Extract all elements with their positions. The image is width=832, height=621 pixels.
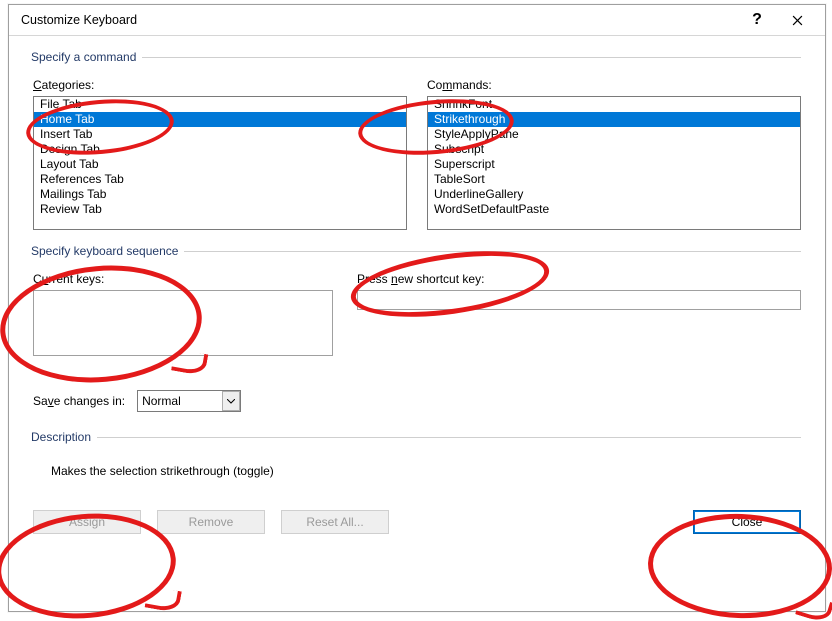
list-item[interactable]: UnderlineGallery	[428, 187, 800, 202]
window-title: Customize Keyboard	[21, 13, 737, 27]
commands-label: Commands:	[427, 78, 801, 92]
specify-command-group: Specify a command Categories: File TabHo…	[33, 50, 801, 230]
list-item[interactable]: Design Tab	[34, 142, 406, 157]
save-changes-in-label: Save changes in:	[33, 394, 125, 408]
press-new-label: Press new shortcut key:	[357, 272, 801, 286]
press-new-shortcut-input[interactable]	[357, 290, 801, 310]
specify-sequence-legend: Specify keyboard sequence	[31, 244, 184, 258]
list-item[interactable]: StyleApplyPane	[428, 127, 800, 142]
close-button[interactable]: Close	[693, 510, 801, 534]
categories-label: Categories:	[33, 78, 407, 92]
list-item[interactable]: TableSort	[428, 172, 800, 187]
list-item[interactable]: Mailings Tab	[34, 187, 406, 202]
current-keys-listbox[interactable]	[33, 290, 333, 356]
description-legend: Description	[31, 430, 97, 444]
description-text: Makes the selection strikethrough (toggl…	[33, 456, 801, 478]
list-item[interactable]: Insert Tab	[34, 127, 406, 142]
specify-sequence-group: Specify keyboard sequence Current keys: …	[33, 244, 801, 412]
reset-all-button[interactable]: Reset All...	[281, 510, 389, 534]
customize-keyboard-dialog: Customize Keyboard Specify a command Cat…	[8, 4, 826, 612]
list-item[interactable]: Home Tab	[34, 112, 406, 127]
list-item[interactable]: File Tab	[34, 97, 406, 112]
commands-listbox[interactable]: ShrinkFontStrikethroughStyleApplyPaneSub…	[427, 96, 801, 230]
help-button[interactable]	[737, 6, 777, 34]
categories-listbox[interactable]: File TabHome TabInsert TabDesign TabLayo…	[33, 96, 407, 230]
list-item[interactable]: ShrinkFont	[428, 97, 800, 112]
remove-button[interactable]: Remove	[157, 510, 265, 534]
list-item[interactable]: Layout Tab	[34, 157, 406, 172]
list-item[interactable]: Superscript	[428, 157, 800, 172]
specify-command-legend: Specify a command	[31, 50, 142, 64]
list-item[interactable]: Strikethrough	[428, 112, 800, 127]
list-item[interactable]: Subscript	[428, 142, 800, 157]
save-changes-in-value: Normal	[142, 394, 222, 408]
chevron-down-icon	[222, 391, 240, 411]
save-changes-in-dropdown[interactable]: Normal	[137, 390, 241, 412]
list-item[interactable]: Review Tab	[34, 202, 406, 217]
titlebar: Customize Keyboard	[9, 5, 825, 36]
description-group: Description Makes the selection striketh…	[33, 430, 801, 478]
close-window-button[interactable]	[777, 6, 817, 34]
list-item[interactable]: References Tab	[34, 172, 406, 187]
current-keys-label: Current keys:	[33, 272, 333, 286]
list-item[interactable]: WordSetDefaultPaste	[428, 202, 800, 217]
assign-button[interactable]: Assign	[33, 510, 141, 534]
